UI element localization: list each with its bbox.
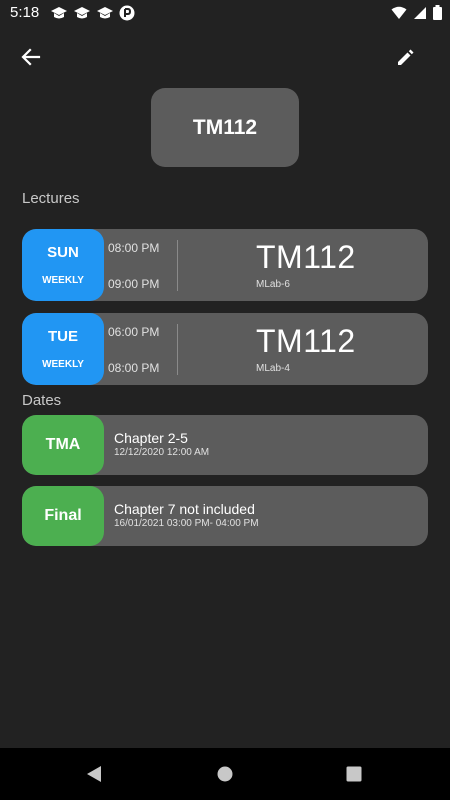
nav-back-icon [87,766,101,782]
system-nav-bar [0,748,450,800]
edit-button[interactable] [390,41,422,73]
lecture-end-time: 09:00 PM [108,277,160,291]
status-system-icons [391,5,442,20]
status-bar: 5:18 [0,0,450,26]
date-title: Chapter 2-5 [114,430,188,446]
lecture-course-code: TM112 [256,239,356,275]
battery-icon [433,5,442,20]
date-type-tag: TMA [22,415,104,475]
dates-label: Dates [22,392,62,409]
pencil-icon [398,49,414,65]
graduation-cap-icon [51,7,67,19]
lecture-room: MLab-6 [256,279,290,290]
lecture-day: TUE [48,328,78,345]
date-type-tag: Final [22,486,104,546]
nav-recents-icon [346,766,362,782]
lecture-card[interactable]: SUN WEEKLY 08:00 PM 09:00 PM TM112 MLab-… [22,229,428,301]
nav-home-icon [217,766,233,782]
signal-icon [414,6,426,19]
app-notification-icon [119,5,135,21]
lecture-divider [177,324,178,375]
date-datetime: 12/12/2020 12:00 AM [114,447,210,458]
nav-back-button[interactable] [80,760,108,788]
date-title: Chapter 7 not included [114,501,255,517]
graduation-cap-icon [97,7,113,19]
date-card[interactable]: TMA Chapter 2-5 12/12/2020 12:00 AM [22,415,428,475]
lecture-day: SUN [47,244,79,261]
lecture-frequency: WEEKLY [42,359,84,370]
date-card[interactable]: Final Chapter 7 not included 16/01/2021 … [22,486,428,546]
lecture-course-code: TM112 [256,323,356,359]
arrow-back-icon [21,48,41,66]
back-button[interactable] [15,41,47,73]
lecture-start-time: 08:00 PM [108,241,160,255]
course-code-card: TM112 [151,88,299,167]
lecture-end-time: 08:00 PM [108,361,160,375]
lecture-room: MLab-4 [256,363,290,374]
lecture-start-time: 06:00 PM [108,325,160,339]
course-code: TM112 [192,115,258,139]
date-type: TMA [45,436,81,453]
lectures-label: Lectures [22,190,80,207]
nav-home-button[interactable] [211,760,239,788]
lecture-card[interactable]: TUE WEEKLY 06:00 PM 08:00 PM TM112 MLab-… [22,313,428,385]
nav-recents-button[interactable] [340,760,368,788]
wifi-icon [391,6,407,19]
lecture-divider [177,240,178,291]
status-time: 5:18 [10,4,40,21]
lecture-day-tag: SUN WEEKLY [22,229,104,301]
lecture-day-tag: TUE WEEKLY [22,313,104,385]
lecture-frequency: WEEKLY [42,275,84,286]
date-type: Final [44,507,82,524]
date-datetime: 16/01/2021 03:00 PM- 04:00 PM [114,518,259,529]
status-notification-icons [50,5,135,21]
graduation-cap-icon [74,7,90,19]
